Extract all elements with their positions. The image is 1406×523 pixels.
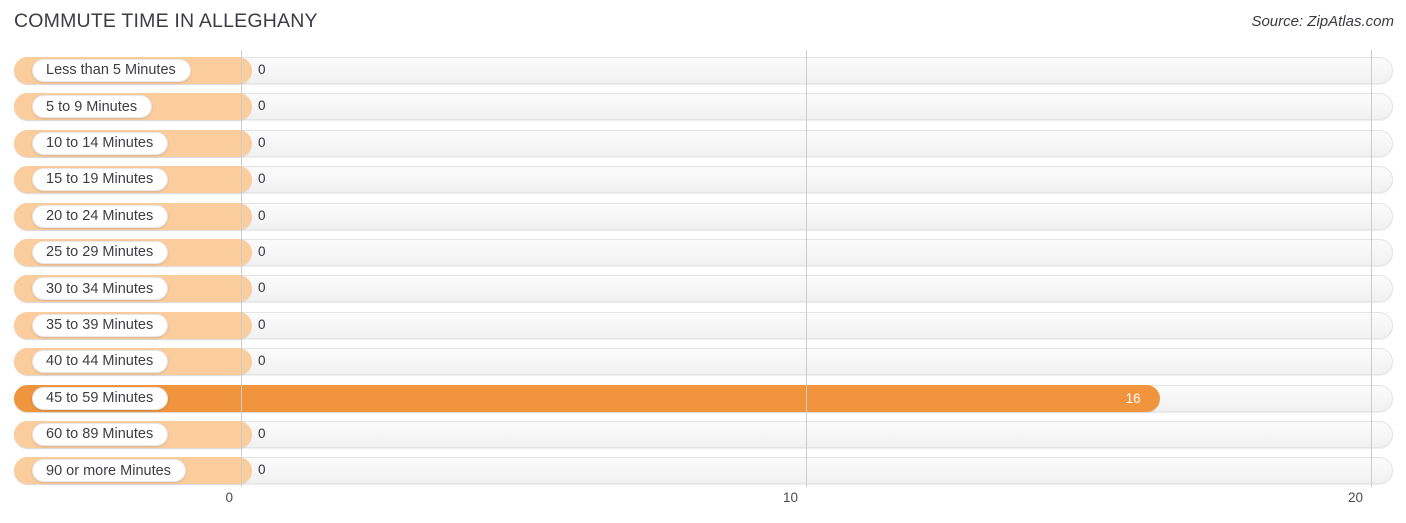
bar-value-label: 0 [258, 62, 266, 77]
bar-category-label: Less than 5 Minutes [32, 59, 191, 82]
bar-value-label: 0 [258, 98, 266, 114]
bar-row[interactable]: 40 to 44 Minutes 0 [0, 346, 1406, 378]
bar-value-label: 0 [258, 207, 266, 223]
bar-row[interactable]: 35 to 39 Minutes 0 [0, 310, 1406, 342]
bar-category-label: 60 to 89 Minutes [32, 423, 169, 446]
bar-row[interactable]: 10 to 14 Minutes 0 [0, 128, 1406, 160]
bar-category-label-text: 40 to 44 Minutes [46, 353, 154, 370]
x-axis-tick-label: 0 [225, 490, 233, 505]
bar-value-label: 0 [258, 426, 266, 441]
bar-row[interactable]: 45 to 59 Minutes 16 [0, 383, 1406, 415]
bar-row[interactable]: 25 to 29 Minutes 0 [0, 237, 1406, 269]
bar-category-label-text: 45 to 59 Minutes [46, 389, 154, 406]
x-axis-tick-label: 20 [1347, 490, 1363, 505]
bar-fill [14, 384, 1160, 412]
bar-category-label: 10 to 14 Minutes [32, 131, 169, 155]
bar-category-label-text: 35 to 39 Minutes [46, 317, 154, 334]
x-axis: 0 10 20 [0, 487, 1406, 523]
bar-category-label: 30 to 34 Minutes [32, 277, 169, 301]
bar-row[interactable]: 5 to 9 Minutes 0 [0, 91, 1406, 123]
bar-category-label: 25 to 29 Minutes [32, 241, 169, 264]
bar-category-label: 15 to 19 Minutes [32, 168, 169, 192]
chart-header: COMMUTE TIME IN ALLEGHANY Source: ZipAtl… [0, 0, 1406, 48]
bar-row[interactable]: 20 to 24 Minutes 0 [0, 201, 1406, 233]
bar-category-label-text: 5 to 9 Minutes [46, 98, 138, 115]
bar-value-label: 0 [258, 316, 266, 332]
bar-category-label: 40 to 44 Minutes [32, 350, 169, 374]
x-axis-tick-label: 10 [782, 490, 798, 505]
bar-value-label: 0 [258, 171, 266, 187]
bar-value-label: 0 [258, 244, 266, 259]
bar-category-label-text: 60 to 89 Minutes [46, 426, 154, 443]
source-attribution: Source: ZipAtlas.com [1251, 13, 1394, 30]
bar-row[interactable]: 90 or more Minutes 0 [0, 455, 1406, 487]
bar-category-label: 20 to 24 Minutes [32, 204, 169, 228]
bar-category-label-text: 30 to 34 Minutes [46, 280, 154, 297]
plot-area: Less than 5 Minutes 0 5 to 9 Minutes 0 10 to… [0, 50, 1406, 487]
bar-value-label: 0 [258, 280, 266, 296]
bar-category-label-text: 10 to 14 Minutes [46, 135, 154, 152]
bar-rows: Less than 5 Minutes 0 5 to 9 Minutes 0 10 to… [0, 50, 1406, 487]
bar-category-label: 5 to 9 Minutes [32, 95, 153, 119]
bar-value-label: 16 [1125, 390, 1141, 406]
bar-category-label: 90 or more Minutes [32, 459, 186, 483]
bar-category-label: 45 to 59 Minutes [32, 386, 169, 410]
bar-category-label-text: 20 to 24 Minutes [46, 207, 154, 224]
bar-row[interactable]: 30 to 34 Minutes 0 [0, 273, 1406, 305]
bar-category-label-text: 90 or more Minutes [46, 462, 171, 479]
bar-category-label-text: 25 to 29 Minutes [46, 244, 154, 261]
bar-category-label-text: 15 to 19 Minutes [46, 171, 154, 188]
bar-value-label: 0 [258, 462, 266, 478]
bar-value-label: 0 [258, 134, 266, 150]
bar-row[interactable]: 15 to 19 Minutes 0 [0, 164, 1406, 196]
chart-root: COMMUTE TIME IN ALLEGHANY Source: ZipAtl… [0, 0, 1406, 523]
bar-row[interactable]: Less than 5 Minutes 0 [0, 55, 1406, 87]
bar-row[interactable]: 60 to 89 Minutes 0 [0, 419, 1406, 451]
bar-category-label-text: Less than 5 Minutes [46, 62, 176, 79]
page-title: COMMUTE TIME IN ALLEGHANY [14, 10, 318, 32]
bar-category-label: 35 to 39 Minutes [32, 313, 169, 337]
bar-value-label: 0 [258, 353, 266, 369]
